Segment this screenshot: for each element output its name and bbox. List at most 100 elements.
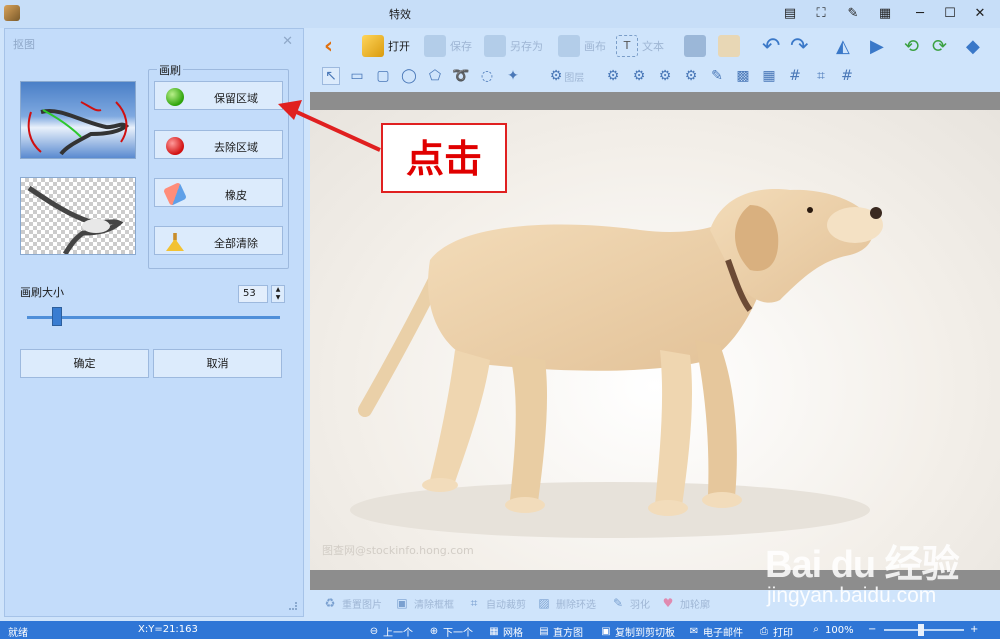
layer-button[interactable]: ⚙ 图层 xyxy=(542,67,592,85)
effect-tool-4-icon[interactable]: ⚙ xyxy=(682,67,700,85)
clear-all-button[interactable]: 全部清除 xyxy=(154,226,283,255)
effect-tool-3-icon[interactable]: ⚙ xyxy=(656,67,674,85)
magic-wand-icon[interactable]: ✦ xyxy=(504,67,522,85)
effect-tool-1-icon[interactable]: ⚙ xyxy=(604,67,622,85)
ok-button[interactable]: 确定 xyxy=(20,349,149,378)
zoom-out-button[interactable]: − xyxy=(868,624,876,635)
grid-button[interactable]: ▦ 网格 xyxy=(488,624,523,639)
redo-button[interactable]: ↷ xyxy=(790,32,808,60)
transparency-icon[interactable]: ▩ xyxy=(734,67,752,85)
canvas-button[interactable]: 画布 xyxy=(558,32,606,60)
undo-icon: ↶ xyxy=(762,33,781,59)
selection-toolbar: ↖ ▭ ▢ ◯ ⬠ ➰ ◌ ✦ ⚙ 图层 ⚙ ⚙ ⚙ ⚙ ✎ ▩ ▦ # ⌗ # xyxy=(310,63,1000,89)
maximize-button[interactable]: ☐ xyxy=(940,4,960,22)
auto-crop-button[interactable]: ⌗ 自动裁剪 xyxy=(466,595,526,611)
freeform-select-icon[interactable]: ◌ xyxy=(478,67,496,85)
back-button[interactable]: ‹ xyxy=(324,32,333,60)
feather-button[interactable]: ✎ 羽化 xyxy=(610,595,650,611)
copy-clipboard-button[interactable]: ▣ 复制到剪切板 xyxy=(600,624,675,639)
open-button[interactable]: 打开 xyxy=(362,32,410,60)
remove-area-button[interactable]: 去除区域 xyxy=(154,130,283,159)
add-outline-button[interactable]: ♥ 加轮廓 xyxy=(660,595,710,611)
save-label: 保存 xyxy=(450,40,472,53)
rect-select-icon[interactable]: ▭ xyxy=(348,67,366,85)
magnifier-icon: ⌕ xyxy=(813,624,819,635)
pointer-tool-icon[interactable]: ↖ xyxy=(322,67,340,85)
grid-label: 网格 xyxy=(503,628,523,639)
prev-button[interactable]: ⊖ 上一个 xyxy=(368,624,413,639)
cursor-coordinates: X:Y=21:163 xyxy=(138,624,198,635)
lasso-select-icon[interactable]: ➰ xyxy=(452,67,470,85)
polygon-select-icon[interactable]: ⬠ xyxy=(426,67,444,85)
grid-hash-icon[interactable]: # xyxy=(786,67,804,85)
rounded-select-icon[interactable]: ▢ xyxy=(374,67,392,85)
minimize-button[interactable]: ─ xyxy=(910,4,930,22)
save-as-button[interactable]: 另存为 xyxy=(484,32,543,60)
delete-loop-button[interactable]: ▨ 删除环选 xyxy=(536,595,596,611)
pencil-icon[interactable]: ✎ xyxy=(843,4,863,22)
keep-area-button[interactable]: 保留区域 xyxy=(154,81,283,110)
email-icon: ✉ xyxy=(689,625,699,637)
eraser-icon xyxy=(163,182,187,206)
next-button[interactable]: ⊕ 下一个 xyxy=(428,624,473,639)
main-toolbar: ‹ 打开 保存 另存为 画布 T 文本 ↶ ↷ ◭ ▶ ⟲ ⟳ ◆ xyxy=(310,28,1000,64)
flip-horizontal-icon: ◭ xyxy=(836,35,850,57)
perspective-grid-icon[interactable]: ▦ xyxy=(760,67,778,85)
crop-grid-icon[interactable]: ⌗ xyxy=(812,67,830,85)
result-thumbnail xyxy=(20,177,136,255)
histogram-button[interactable]: ▤ 直方图 xyxy=(538,624,583,639)
remove-area-label: 去除区域 xyxy=(214,141,258,154)
eraser-button[interactable]: 橡皮 xyxy=(154,178,283,207)
fullscreen-icon[interactable]: ⛶ xyxy=(811,4,831,22)
flip-vertical-icon: ▶ xyxy=(870,35,884,57)
clear-frame-button[interactable]: ▣ 清除框框 xyxy=(394,595,454,611)
brush-size-input[interactable]: 53 xyxy=(238,285,268,303)
red-dot-icon xyxy=(166,137,184,155)
envelope-icon xyxy=(718,35,740,57)
brush-group-label: 画刷 xyxy=(157,62,183,78)
resize-grip[interactable] xyxy=(289,602,297,610)
close-button[interactable]: ✕ xyxy=(970,4,990,22)
flip-horizontal-button[interactable]: ◭ xyxy=(836,32,850,60)
print-status-button[interactable]: ⎙ 打印 xyxy=(758,624,793,639)
rotate-right-button[interactable]: ⟳ xyxy=(932,32,947,60)
email-status-button[interactable]: ✉ 电子邮件 xyxy=(688,624,743,639)
flip-vertical-button[interactable]: ▶ xyxy=(870,32,884,60)
document-icon[interactable]: ▤ xyxy=(780,4,800,22)
email-button[interactable] xyxy=(718,32,740,60)
grid-lines-icon[interactable]: # xyxy=(838,67,856,85)
palette-icon[interactable]: ▦ xyxy=(875,4,895,22)
brush-size-spinner[interactable]: ▲ ▼ xyxy=(271,285,285,303)
auto-crop-label: 自动裁剪 xyxy=(486,599,526,611)
undo-button[interactable]: ↶ xyxy=(762,32,780,60)
reset-image-button[interactable]: ♻ 重置图片 xyxy=(322,595,382,611)
add-outline-label: 加轮廓 xyxy=(680,599,710,611)
ellipse-select-icon[interactable]: ◯ xyxy=(400,67,418,85)
panel-close-icon[interactable]: ✕ xyxy=(282,34,293,49)
print-button[interactable] xyxy=(684,32,706,60)
save-as-label: 另存为 xyxy=(510,40,543,53)
text-button[interactable]: T 文本 xyxy=(616,32,664,60)
rotate-left-button[interactable]: ⟲ xyxy=(904,32,919,60)
zoom-slider[interactable] xyxy=(884,629,964,631)
status-text: 就绪 xyxy=(8,628,28,639)
zoom-slider-thumb[interactable] xyxy=(918,624,924,636)
brush-tool-icon[interactable]: ✎ xyxy=(708,67,726,85)
effect-tool-2-icon[interactable]: ⚙ xyxy=(630,67,648,85)
recycle-icon: ♻ xyxy=(324,596,336,610)
save-button[interactable]: 保存 xyxy=(424,32,472,60)
zoom-indicator[interactable]: ⌕ 100% xyxy=(810,624,853,636)
clipboard-icon: ▣ xyxy=(601,625,611,637)
transform-button[interactable]: ◆ xyxy=(966,32,980,60)
photo-watermark: 图查网@stockinfo.hong.com xyxy=(322,544,474,557)
window-title: 特效 xyxy=(389,8,411,21)
redo-icon: ↷ xyxy=(790,33,809,59)
email-label: 电子邮件 xyxy=(703,628,743,639)
zoom-in-button[interactable]: + xyxy=(970,624,978,635)
original-thumbnail xyxy=(20,81,136,159)
brush-size-slider[interactable] xyxy=(27,316,280,319)
frame-icon: ▣ xyxy=(396,596,408,610)
cancel-button[interactable]: 取消 xyxy=(153,349,282,378)
image-icon: ▨ xyxy=(538,596,550,610)
brush-size-slider-thumb[interactable] xyxy=(52,307,63,326)
